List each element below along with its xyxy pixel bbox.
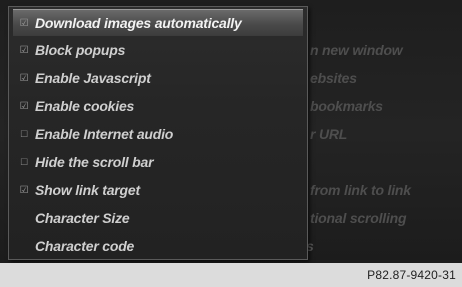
checkbox-empty-icon[interactable]: ☐ (13, 157, 35, 168)
background-menu-item: from link to link (310, 182, 411, 198)
menu-item-label: Enable cookies (35, 98, 135, 114)
menu-item-show-link-target[interactable]: ☑ Show link target (13, 177, 303, 203)
background-menu: n new window ebsites bookmarks r URL fro… (300, 0, 462, 263)
menu-item-character-size[interactable]: Character Size (13, 205, 303, 231)
caption-bar: P82.87-9420-31 (0, 263, 462, 287)
menu-item-label: Show link target (35, 182, 140, 198)
checkbox-checked-icon[interactable]: ☑ (13, 18, 35, 29)
reference-code: P82.87-9420-31 (367, 268, 456, 282)
menu-item-enable-javascript[interactable]: ☑ Enable Javascript (13, 65, 303, 91)
menu-item-character-code[interactable]: Character code (13, 233, 303, 259)
background-menu-item: n new window (310, 42, 403, 58)
menu-item-label: Download images automatically (35, 15, 242, 31)
checkbox-checked-icon[interactable]: ☑ (13, 185, 35, 196)
background-menu-item: tional scrolling (310, 210, 407, 226)
menu-item-label: Character code (35, 238, 135, 254)
display-screen: n new window ebsites bookmarks r URL fro… (0, 0, 462, 263)
checkbox-checked-icon[interactable]: ☑ (13, 45, 35, 56)
menu-item-download-images[interactable]: ☑ Download images automatically (13, 9, 303, 36)
menu-item-enable-internet-audio[interactable]: ☐ Enable Internet audio (13, 121, 303, 147)
checkbox-checked-icon[interactable]: ☑ (13, 101, 35, 112)
browser-options-menu: ☑ Download images automatically ☑ Block … (8, 6, 308, 260)
menu-item-label: Character Size (35, 210, 130, 226)
menu-item-label: Block popups (35, 42, 126, 58)
menu-item-label: Enable Javascript (35, 70, 151, 86)
background-menu-item: ebsites (310, 70, 357, 86)
background-menu-item: r URL (310, 126, 348, 142)
menu-item-enable-cookies[interactable]: ☑ Enable cookies (13, 93, 303, 119)
menu-item-hide-scroll-bar[interactable]: ☐ Hide the scroll bar (13, 149, 303, 175)
checkbox-empty-icon[interactable]: ☐ (13, 129, 35, 140)
menu-item-label: Hide the scroll bar (35, 154, 154, 170)
background-menu-item: bookmarks (310, 98, 383, 114)
menu-item-block-popups[interactable]: ☑ Block popups (13, 37, 303, 63)
menu-item-label: Enable Internet audio (35, 126, 174, 142)
checkbox-checked-icon[interactable]: ☑ (13, 73, 35, 84)
